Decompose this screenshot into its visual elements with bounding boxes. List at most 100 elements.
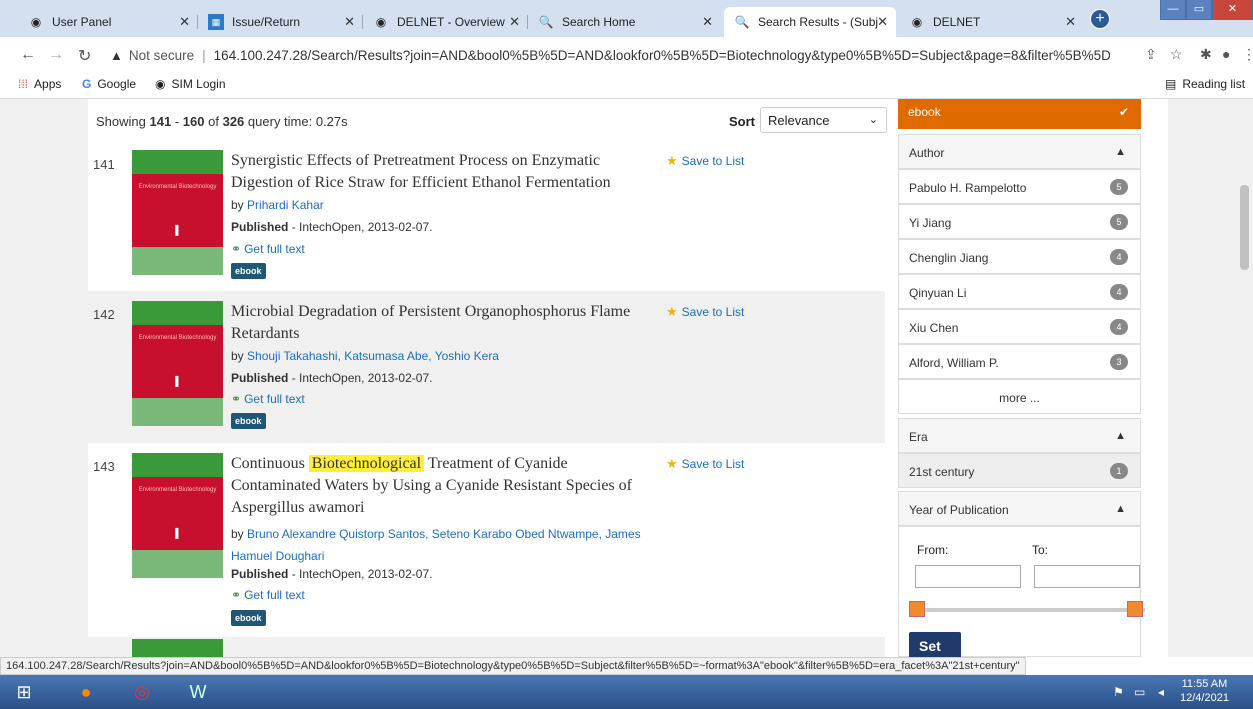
close-icon[interactable]: ✕	[1065, 14, 1076, 30]
apps-grid-icon: ⁞⁞⁞	[18, 77, 29, 91]
count-badge: 4	[1110, 319, 1128, 335]
facet-item-author[interactable]: Xiu Chen 4	[898, 309, 1141, 344]
link-icon: ⚭	[231, 588, 242, 602]
facet-item-author[interactable]: Yi Jiang 5	[898, 204, 1141, 239]
result-title[interactable]: Microbial Degradation of Persistent Orga…	[231, 301, 651, 345]
bookmark-sim-login[interactable]: ◉ SIM Login	[155, 77, 226, 91]
menu-icon[interactable]: ⋮	[1242, 46, 1253, 63]
facet-item-author[interactable]: Chenglin Jiang 4	[898, 239, 1141, 274]
selected-filter-ebook[interactable]: ebook ✔	[898, 99, 1141, 129]
result-item-partial	[88, 637, 885, 657]
result-published: Published - IntechOpen, 2013-02-07.	[231, 567, 433, 581]
format-badge: ebook	[231, 610, 266, 626]
tab-search-results[interactable]: 🔍 Search Results - (Subject ✕	[724, 7, 896, 37]
author-link[interactable]: Bruno Alexandre Quistorp Santos, Seteno …	[247, 527, 641, 541]
facet-more-link[interactable]: more ...	[898, 379, 1141, 414]
book-cover-image[interactable]: Environmental Biotechnology ▐	[132, 453, 223, 578]
firefox-icon[interactable]: ●	[66, 677, 106, 707]
close-icon[interactable]: ✕	[702, 14, 713, 30]
author-link[interactable]: Prihardi Kahar	[247, 198, 324, 212]
save-to-list-button[interactable]: ★ Save to List	[666, 456, 744, 472]
back-icon[interactable]: ←	[20, 46, 36, 64]
sort-dropdown[interactable]: Relevance ⌄	[760, 107, 887, 133]
facet-header-year[interactable]: Year of Publication ▲	[898, 491, 1141, 526]
close-icon[interactable]: ✕	[877, 14, 888, 30]
minimize-button[interactable]: —	[1160, 0, 1186, 20]
network-icon[interactable]: ▭	[1134, 685, 1145, 699]
facet-item-author[interactable]: Alford, William P. 3	[898, 344, 1141, 379]
volume-icon[interactable]: ◂	[1158, 685, 1164, 699]
full-text-link[interactable]: ⚭ Get full text	[231, 588, 305, 602]
facet-item-era[interactable]: 21st century 1	[898, 453, 1141, 488]
count-badge: 4	[1110, 249, 1128, 265]
link-icon: ⚭	[231, 392, 242, 406]
author-link[interactable]: Hamuel Doughari	[231, 549, 324, 563]
full-text-link[interactable]: ⚭ Get full text	[231, 392, 305, 406]
close-icon[interactable]: ✕	[179, 14, 190, 30]
count-badge: 5	[1110, 179, 1128, 195]
slider-min-handle[interactable]	[909, 601, 925, 617]
tab-delnet-overview[interactable]: ◉ DELNET - Overview ✕	[363, 7, 528, 37]
reading-list-button[interactable]: ▤ Reading list	[1165, 77, 1245, 91]
window-close-button[interactable]: ✕	[1212, 0, 1253, 20]
new-tab-button[interactable]: +	[1090, 9, 1110, 29]
close-icon[interactable]: ✕	[509, 14, 520, 30]
bookmark-google[interactable]: G Google	[82, 77, 136, 91]
scrollbar-thumb[interactable]	[1240, 185, 1249, 270]
chrome-icon[interactable]: ◎	[122, 677, 162, 707]
search-highlight: Biotechnological	[308, 455, 425, 472]
extensions-icon[interactable]: ✱	[1200, 46, 1212, 63]
author-link[interactable]: Shouji Takahashi, Katsumasa Abe, Yoshio …	[247, 349, 499, 363]
reading-list-icon: ▤	[1165, 77, 1177, 91]
app-icon: ▦	[208, 14, 224, 30]
full-text-link[interactable]: ⚭ Get full text	[231, 242, 305, 256]
tab-search-home[interactable]: 🔍 Search Home ✕	[528, 7, 721, 37]
globe-icon: ◉	[911, 15, 923, 29]
set-year-button[interactable]: Set	[909, 632, 961, 657]
globe-icon: ◉	[375, 15, 387, 29]
close-icon[interactable]: ✕	[344, 14, 355, 30]
result-title[interactable]: Synergistic Effects of Pretreatment Proc…	[231, 150, 651, 194]
flag-icon[interactable]: ⚑	[1113, 685, 1124, 699]
forward-icon[interactable]: →	[48, 46, 64, 64]
collapse-icon: ▲	[1115, 503, 1126, 515]
clock[interactable]: 11:55 AM 12/4/2021	[1180, 677, 1229, 705]
facet-header-era[interactable]: Era ▲	[898, 418, 1141, 453]
tab-title: DELNET	[933, 15, 981, 29]
result-published: Published - IntechOpen, 2013-02-07.	[231, 220, 433, 234]
word-icon[interactable]: W	[178, 677, 218, 707]
tab-title: User Panel	[52, 15, 112, 29]
url-field[interactable]: ▲ Not secure | 164.100.247.28/Search/Res…	[110, 42, 1110, 68]
slider-max-handle[interactable]	[1127, 601, 1143, 617]
result-authors: by Prihardi Kahar	[231, 198, 324, 212]
count-badge: 4	[1110, 284, 1128, 300]
result-title[interactable]: Continuous Biotechnological Treatment of…	[231, 453, 651, 519]
bookmark-apps[interactable]: ⁞⁞⁞ Apps	[18, 77, 61, 91]
scrollbar[interactable]	[1236, 99, 1253, 657]
start-button[interactable]: ⊞	[4, 677, 44, 707]
year-from-input[interactable]	[915, 565, 1021, 588]
save-to-list-button[interactable]: ★ Save to List	[666, 304, 744, 320]
facet-sidebar: ebook ✔ Author ▲ Pabulo H. Rampelotto 5 Yi…	[898, 99, 1145, 657]
star-icon[interactable]: ☆	[1170, 46, 1183, 63]
tab-user-panel[interactable]: ◉ User Panel ✕	[18, 7, 198, 37]
facet-item-author[interactable]: Pabulo H. Rampelotto 5	[898, 169, 1141, 204]
save-to-list-button[interactable]: ★ Save to List	[666, 153, 744, 169]
reload-icon[interactable]: ↻	[78, 46, 91, 66]
tab-title: Search Home	[562, 15, 636, 29]
facet-header-author[interactable]: Author ▲	[898, 134, 1141, 169]
profile-icon[interactable]: ●	[1222, 46, 1230, 62]
year-to-input[interactable]	[1034, 565, 1140, 588]
share-icon[interactable]: ⇪	[1145, 46, 1157, 63]
book-cover-image[interactable]	[132, 639, 223, 657]
facet-item-author[interactable]: Qinyuan Li 4	[898, 274, 1141, 309]
book-cover-image[interactable]: Environmental Biotechnology ▐	[132, 150, 223, 275]
tab-delnet[interactable]: ◉ DELNET ✕	[899, 7, 1084, 37]
count-badge: 1	[1110, 463, 1128, 479]
year-slider-track[interactable]	[917, 608, 1145, 612]
tab-issue-return[interactable]: ▦ Issue/Return ✕	[198, 7, 363, 37]
bookmarks-bar: ⁞⁞⁞ Apps G Google ◉ SIM Login ▤ Reading …	[0, 71, 1253, 99]
search-icon: 🔍	[734, 15, 750, 29]
maximize-button[interactable]: ▭	[1186, 0, 1212, 20]
book-cover-image[interactable]: Environmental Biotechnology ▐	[132, 301, 223, 426]
